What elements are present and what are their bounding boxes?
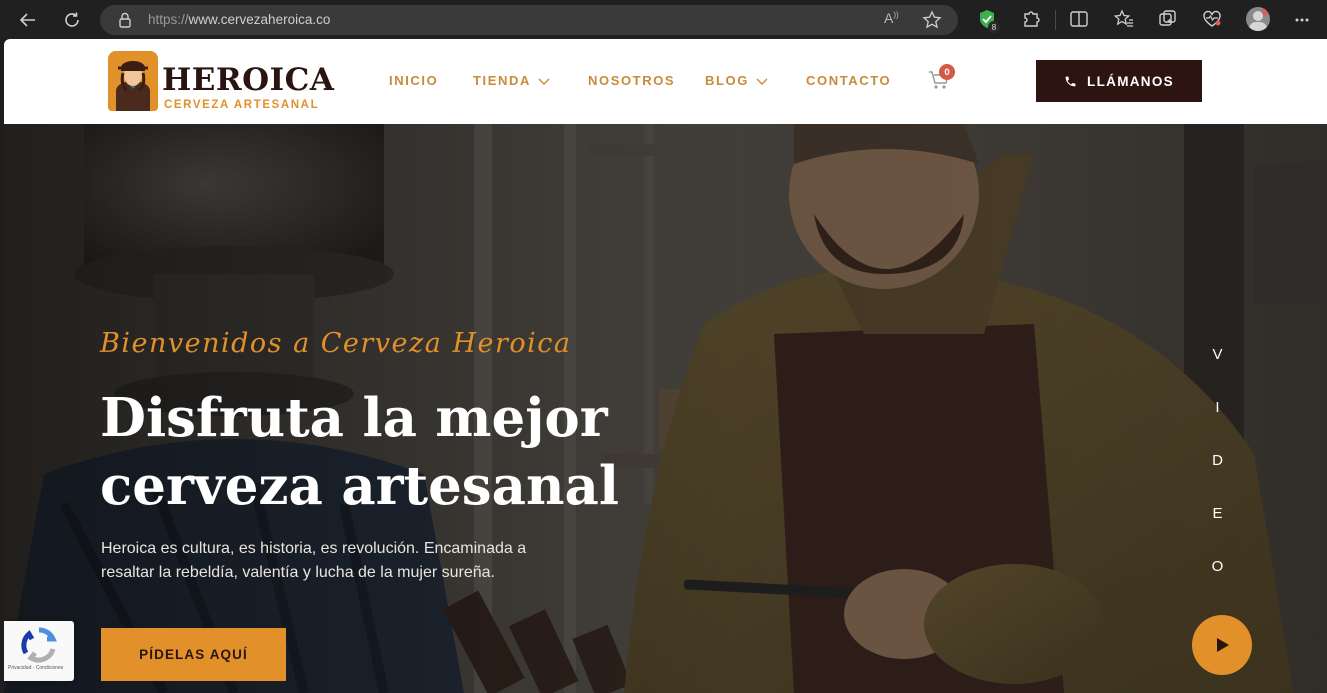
more-icon[interactable]	[1294, 12, 1310, 28]
logo-badge[interactable]	[108, 51, 158, 111]
hero-section: Bienvenidos a Cerveza Heroica Disfruta l…	[4, 124, 1327, 693]
website-viewport: HEROICA CERVEZA ARTESANAL INICIO TIENDA …	[4, 39, 1327, 693]
hero-headline-line-2: cerveza artesanal	[100, 455, 619, 517]
nav-contacto[interactable]: CONTACTO	[806, 73, 891, 88]
nav-tienda-label: TIENDA	[473, 73, 531, 88]
nav-nosotros[interactable]: NOSOTROS	[588, 73, 675, 88]
nav-inicio[interactable]: INICIO	[389, 73, 438, 88]
recaptcha-icon	[21, 627, 57, 663]
favorites-icon[interactable]	[1114, 9, 1134, 29]
logo-title[interactable]: HEROICA	[162, 63, 334, 97]
logo-subtitle: CERVEZA ARTESANAL	[164, 99, 320, 111]
puzzle-icon[interactable]	[1022, 9, 1040, 29]
cart-count-badge: 0	[939, 64, 955, 80]
hero-headline: Disfruta la mejor cerveza artesanal	[100, 384, 660, 520]
extension-badge: 8	[988, 21, 1000, 33]
chevron-down-icon	[538, 78, 550, 85]
back-icon	[19, 13, 35, 27]
call-button[interactable]: LLÁMANOS	[1036, 60, 1202, 102]
nav-blog[interactable]: BLOG	[705, 73, 769, 88]
back-button[interactable]	[14, 6, 42, 34]
url-scheme: https://	[148, 12, 189, 27]
video-letter: I	[1215, 399, 1221, 416]
nav-contacto-label: CONTACTO	[806, 73, 892, 88]
heroine-illustration	[108, 51, 158, 111]
video-letter: O	[1211, 558, 1225, 575]
star-icon[interactable]	[922, 10, 942, 30]
play-video-button[interactable]	[1192, 615, 1252, 675]
lock-icon	[119, 12, 131, 28]
nav-blog-label: BLOG	[705, 73, 749, 88]
order-cta-button[interactable]: PÍDELAS AQUÍ	[101, 628, 286, 681]
video-letter: E	[1212, 505, 1224, 522]
video-vertical-label: V I D E O	[1210, 346, 1226, 575]
site-header: HEROICA CERVEZA ARTESANAL INICIO TIENDA …	[4, 39, 1327, 124]
url-host: www.cervezaheroica.co	[188, 12, 331, 27]
refresh-button[interactable]	[58, 6, 86, 34]
play-icon	[1217, 638, 1229, 652]
nav-tienda[interactable]: TIENDA	[473, 73, 551, 88]
chevron-down-icon	[756, 78, 768, 85]
hero-headline-line-1: Disfruta la mejor	[100, 387, 608, 449]
nav-nosotros-label: NOSOTROS	[588, 73, 676, 88]
video-letter: D	[1212, 452, 1224, 469]
profile-avatar[interactable]	[1246, 7, 1270, 31]
refresh-icon	[65, 12, 79, 27]
collections-icon[interactable]	[1158, 9, 1178, 29]
video-letter: V	[1212, 346, 1224, 363]
browser-toolbar: https://www.cervezaheroica.co A)) 8	[0, 0, 1327, 39]
toolbar-divider	[1055, 10, 1056, 30]
hero-description: Heroica es cultura, es historia, es revo…	[101, 540, 527, 581]
read-aloud-label: A	[884, 10, 894, 26]
heart-pulse-icon[interactable]	[1202, 9, 1222, 29]
nav-inicio-label: INICIO	[389, 73, 439, 88]
split-screen-icon[interactable]	[1070, 9, 1088, 29]
hero-welcome: Bienvenidos a Cerveza Heroica	[100, 328, 572, 359]
read-aloud-button[interactable]: A))	[884, 10, 899, 26]
phone-icon	[1065, 76, 1076, 86]
recaptcha-badge[interactable]: Privacidad - Condiciones	[4, 621, 74, 681]
call-button-label: LLÁMANOS	[1087, 73, 1174, 89]
recaptcha-footer-text: Privacidad - Condiciones	[8, 665, 64, 671]
url-text: https://www.cervezaheroica.co	[148, 12, 330, 27]
address-bar[interactable]: https://www.cervezaheroica.co A))	[100, 5, 958, 35]
